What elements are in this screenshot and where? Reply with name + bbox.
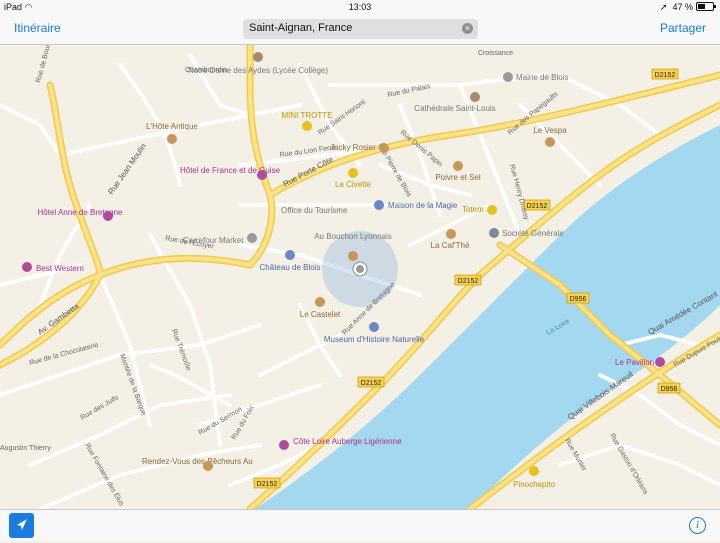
- restaurant-icon: [453, 161, 463, 171]
- road-label: D2152: [524, 200, 550, 210]
- svg-text:Notre Dame des Aydes (Lycée Co: Notre Dame des Aydes (Lycée Collège): [188, 66, 328, 75]
- directions-button[interactable]: Itinéraire: [14, 21, 61, 35]
- hotel-icon: [22, 262, 32, 272]
- hotel-icon: [279, 440, 289, 450]
- navigation-bar: Itinéraire × Partager: [0, 14, 720, 45]
- restaurant-icon: [315, 297, 325, 307]
- shop-icon: [487, 205, 497, 215]
- share-button[interactable]: Partager: [660, 21, 706, 35]
- museum-icon: [374, 200, 384, 210]
- svg-text:Jacky Rosier: Jacky Rosier: [330, 143, 376, 152]
- info-button[interactable]: i: [689, 517, 706, 534]
- shop-icon: [247, 233, 257, 243]
- church-icon: [253, 52, 263, 62]
- svg-text:Société Générale: Société Générale: [502, 229, 564, 238]
- svg-text:Augustin Thierry: Augustin Thierry: [0, 445, 51, 452]
- museum-icon: [285, 250, 295, 260]
- svg-text:Rendez-Vous des Pêcheurs Au: Rendez-Vous des Pêcheurs Au: [142, 457, 253, 466]
- svg-text:Le Castelet: Le Castelet: [300, 310, 341, 319]
- svg-text:MINI TROTTE: MINI TROTTE: [282, 111, 333, 120]
- svg-text:Maison de la Magie: Maison de la Magie: [388, 201, 458, 210]
- svg-text:La Civette: La Civette: [335, 180, 372, 189]
- svg-text:Croissance: Croissance: [478, 50, 513, 57]
- battery-icon: [696, 2, 714, 11]
- location-arrow-icon: [9, 513, 34, 538]
- clock: 13:03: [0, 2, 720, 12]
- shop-icon: [529, 466, 539, 476]
- svg-text:La Caf'Thé: La Caf'Thé: [431, 241, 470, 250]
- svg-text:D956: D956: [570, 296, 587, 303]
- svg-text:Le Vespa: Le Vespa: [533, 126, 567, 135]
- poi-office[interactable]: Office du Tourisme: [281, 206, 348, 215]
- restaurant-icon: [167, 134, 177, 144]
- road-label: D956: [567, 293, 589, 303]
- bottom-toolbar: i: [0, 509, 720, 541]
- road-label: D2152: [455, 275, 481, 285]
- location-button[interactable]: [9, 513, 34, 538]
- svg-text:D2152: D2152: [655, 72, 676, 79]
- svg-text:Pinochapito: Pinochapito: [513, 480, 555, 489]
- svg-text:Totem: Totem: [462, 205, 484, 214]
- svg-text:Château de Blois: Château de Blois: [260, 263, 321, 272]
- shop-icon: [348, 168, 358, 178]
- poi-pavillon[interactable]: Le Pavillon: [615, 357, 665, 367]
- townhall-icon: [503, 72, 513, 82]
- clear-search-icon[interactable]: ×: [462, 23, 473, 34]
- poi-totem[interactable]: Totem: [462, 205, 497, 215]
- svg-text:D956: D956: [661, 386, 678, 393]
- road-label: D2152: [358, 377, 384, 387]
- museum-icon: [369, 322, 379, 332]
- svg-text:D2152: D2152: [361, 380, 382, 387]
- svg-text:Poivre et Sel: Poivre et Sel: [435, 173, 481, 182]
- svg-text:Office du Tourisme: Office du Tourisme: [281, 206, 348, 215]
- svg-text:Le Pavillon: Le Pavillon: [615, 358, 654, 367]
- svg-text:Au Bouchon Lyonnais: Au Bouchon Lyonnais: [314, 232, 392, 241]
- svg-text:D2152: D2152: [527, 203, 548, 210]
- hotel-icon: [103, 211, 113, 221]
- svg-text:Côte Loire Auberge Ligérienne: Côte Loire Auberge Ligérienne: [293, 437, 402, 446]
- hotel-icon: [655, 357, 665, 367]
- svg-text:Carrefour Market: Carrefour Market: [183, 236, 244, 245]
- map-view[interactable]: D2152 D2152 D2152 D2152 D2152 D956 D956 …: [0, 45, 720, 509]
- svg-text:D2152: D2152: [458, 278, 479, 285]
- search-field[interactable]: ×: [243, 19, 478, 39]
- svg-text:D2152: D2152: [257, 481, 278, 488]
- location-arrow-icon: ➚: [660, 2, 668, 12]
- svg-text:Cathédrale Saint-Louis: Cathédrale Saint-Louis: [414, 104, 495, 113]
- hotel-icon: [257, 170, 267, 180]
- restaurant-icon: [545, 137, 555, 147]
- road-label: D2152: [652, 69, 678, 79]
- svg-text:Museum d'Histoire Naturelle: Museum d'Histoire Naturelle: [324, 335, 425, 344]
- svg-text:Mairie de Blois: Mairie de Blois: [516, 73, 568, 82]
- status-bar: iPad ◠ 13:03 ➚ 47 %: [0, 0, 720, 14]
- battery-status: ➚ 47 %: [660, 2, 714, 13]
- svg-text:Best Western: Best Western: [36, 264, 84, 273]
- search-input[interactable]: [249, 22, 449, 34]
- church-icon: [470, 92, 480, 102]
- restaurant-icon: [379, 143, 389, 153]
- road-label: D956: [658, 383, 680, 393]
- road-label: D2152: [254, 478, 280, 488]
- restaurant-icon: [348, 251, 358, 261]
- svg-text:L'Hôte Antique: L'Hôte Antique: [146, 122, 198, 131]
- shop-icon: [302, 121, 312, 131]
- restaurant-icon: [203, 461, 213, 471]
- cafe-icon: [446, 229, 456, 239]
- current-location[interactable]: [322, 231, 398, 307]
- bank-icon: [489, 228, 499, 238]
